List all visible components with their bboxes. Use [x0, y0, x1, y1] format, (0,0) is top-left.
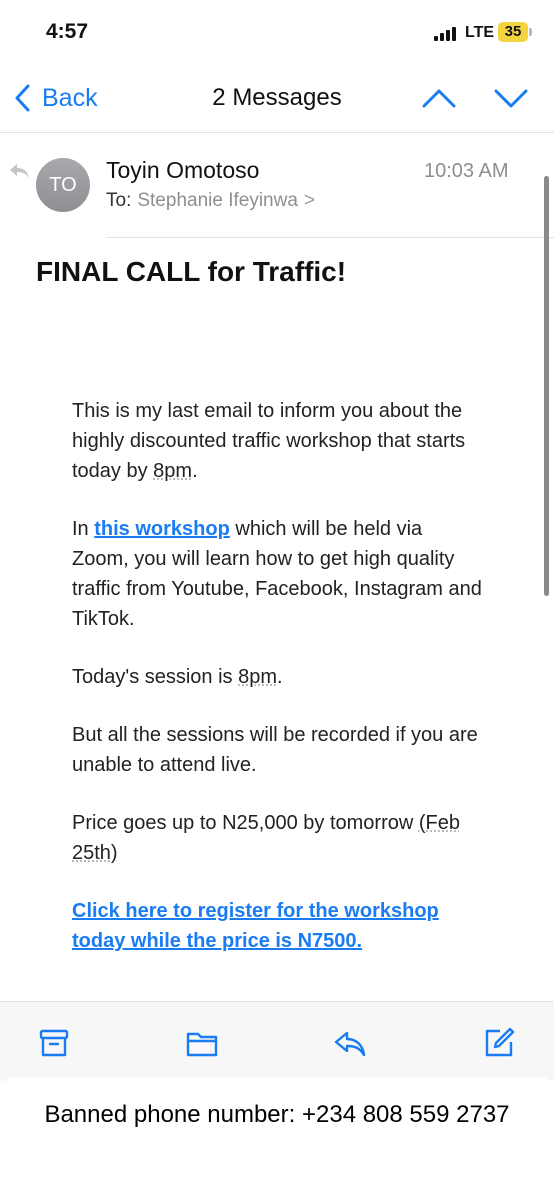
- battery-level: 35: [498, 22, 528, 42]
- to-label: To:: [106, 190, 132, 211]
- paragraph-workshop: In this workshop which will be held via …: [72, 514, 482, 634]
- intro-end: .: [192, 460, 198, 482]
- reply-icon[interactable]: [333, 1026, 367, 1060]
- paragraph-recorded: But all the sessions will be recorded if…: [72, 724, 478, 776]
- caption-banner: [0, 1077, 554, 1200]
- price-text: Price goes up to N25,000 by tomorrow: [72, 812, 419, 834]
- intro-text: This is my last email to inform you abou…: [72, 400, 466, 482]
- chevron-right-icon: >: [303, 190, 316, 211]
- paragraph-price: Price goes up to N25,000 by tomorrow (Fe…: [72, 808, 482, 868]
- paragraph-session: Today's session is 8pm.: [72, 662, 482, 692]
- nav-divider: [0, 132, 554, 133]
- time-detected-link[interactable]: 8pm: [153, 460, 192, 482]
- session-end: .: [277, 666, 283, 688]
- avatar[interactable]: TO: [36, 158, 90, 212]
- register-link[interactable]: Click here to register for the workshop …: [72, 900, 439, 952]
- battery-tip: [529, 28, 532, 36]
- next-message-icon[interactable]: [493, 84, 529, 112]
- bottom-toolbar: [0, 1001, 554, 1081]
- email-body: This is my last email to inform you abou…: [72, 396, 482, 984]
- workshop-link[interactable]: this workshop: [94, 518, 230, 540]
- message-time: 10:03 AM: [424, 160, 509, 182]
- sender-name[interactable]: Toyin Omotoso: [106, 157, 259, 184]
- signal-strength-icon: [434, 25, 460, 41]
- network-type: LTE: [465, 24, 495, 41]
- compose-icon[interactable]: [482, 1026, 516, 1060]
- status-time: 4:57: [46, 20, 89, 43]
- session-time-link[interactable]: 8pm: [238, 666, 277, 688]
- email-subject: FINAL CALL for Traffic!: [36, 256, 347, 287]
- caption-text: Banned phone number: +234 808 559 2737: [44, 1101, 510, 1128]
- folder-icon[interactable]: [185, 1026, 219, 1060]
- workshop-lead: In: [72, 518, 95, 540]
- paragraph-register: Click here to register for the workshop …: [72, 896, 482, 956]
- recipient-line[interactable]: To: Stephanie Ifeyinwa >: [106, 190, 315, 212]
- replied-icon: [10, 164, 29, 178]
- session-text: Today's session is: [72, 666, 239, 688]
- archive-icon[interactable]: [37, 1026, 71, 1060]
- previous-message-icon[interactable]: [421, 84, 457, 112]
- scrollbar[interactable]: [544, 176, 549, 596]
- nav-title: 2 Messages: [212, 84, 342, 111]
- recipient-name[interactable]: Stephanie Ifeyinwa: [137, 190, 298, 211]
- header-divider: [106, 237, 554, 238]
- paragraph-intro: This is my last email to inform you abou…: [72, 396, 482, 486]
